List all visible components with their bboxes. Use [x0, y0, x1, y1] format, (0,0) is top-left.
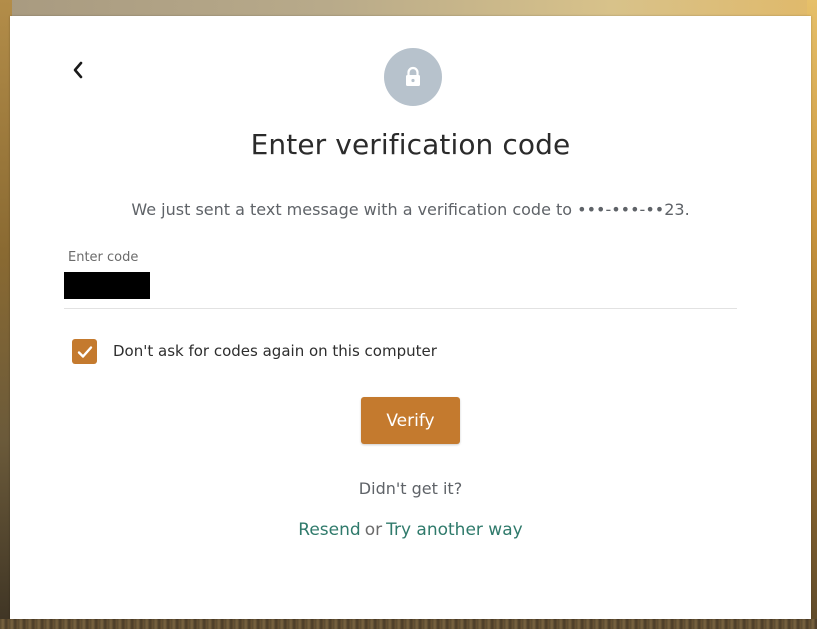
code-field-label: Enter code — [68, 250, 139, 265]
resend-link[interactable]: Resend — [298, 520, 360, 540]
chevron-left-icon — [73, 61, 83, 79]
page-title: Enter verification code — [250, 128, 571, 161]
remember-computer-checkbox[interactable] — [72, 339, 97, 364]
try-another-way-link[interactable]: Try another way — [386, 520, 523, 540]
lock-icon — [406, 66, 420, 86]
background-photo-bottom — [0, 619, 817, 629]
verify-button[interactable]: Verify — [361, 397, 460, 444]
didnt-get-it-text: Didn't get it? — [358, 479, 463, 498]
remember-computer-label[interactable]: Don't ask for codes again on this comput… — [113, 342, 437, 360]
back-button[interactable] — [66, 56, 90, 84]
resend-options: Resend or Try another way — [10, 520, 811, 540]
redacted-code-value — [64, 272, 150, 299]
background-photo-top — [0, 0, 817, 16]
sent-message-text: We just sent a text message with a verif… — [131, 200, 690, 219]
checkmark-icon — [77, 345, 92, 358]
or-text: or — [364, 520, 383, 540]
lock-badge — [384, 48, 442, 106]
verification-card: Enter verification code We just sent a t… — [10, 16, 811, 619]
code-input[interactable] — [64, 270, 737, 309]
